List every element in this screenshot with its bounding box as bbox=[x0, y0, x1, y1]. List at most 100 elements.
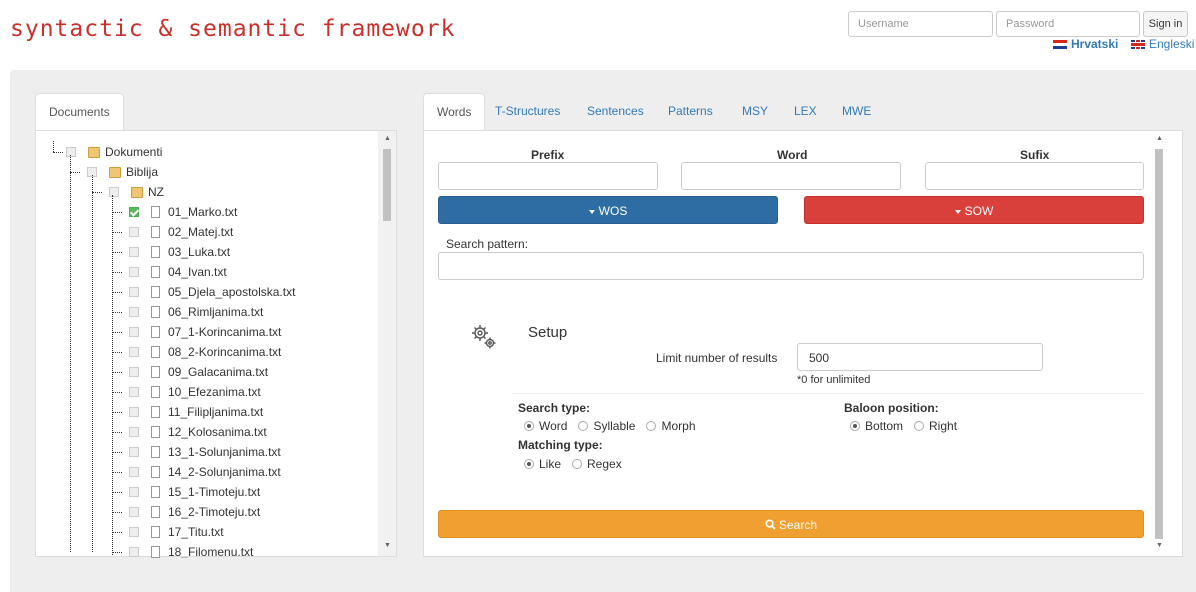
caret-down-icon bbox=[588, 209, 595, 214]
checkbox[interactable] bbox=[129, 207, 139, 217]
checkbox[interactable] bbox=[129, 247, 139, 257]
tab-documents[interactable]: Documents bbox=[35, 93, 124, 131]
search-type-radio-syllable[interactable] bbox=[578, 421, 589, 431]
lang-english[interactable]: Engleski bbox=[1131, 37, 1194, 51]
search-button[interactable]: Search bbox=[438, 510, 1144, 538]
tree-file-item[interactable]: 04_Ivan.txt bbox=[129, 262, 227, 282]
tab-lex[interactable]: LEX bbox=[781, 93, 830, 130]
checkbox[interactable] bbox=[129, 287, 139, 297]
tab-msy[interactable]: MSY bbox=[729, 93, 781, 130]
tree-file-item[interactable]: 12_Kolosanima.txt bbox=[129, 422, 267, 442]
checkbox[interactable] bbox=[129, 447, 139, 457]
tree-file-item[interactable]: 09_Galacanima.txt bbox=[129, 362, 268, 382]
lang-croatian[interactable]: Hrvatski bbox=[1053, 37, 1118, 51]
tree-file-item[interactable]: 10_Efezanima.txt bbox=[129, 382, 261, 402]
checkbox[interactable] bbox=[129, 347, 139, 357]
checkbox[interactable] bbox=[129, 327, 139, 337]
tab-words[interactable]: Words bbox=[423, 93, 486, 131]
checkbox[interactable] bbox=[129, 227, 139, 237]
tree-file-item[interactable]: 05_Djela_apostolska.txt bbox=[129, 282, 295, 302]
checkbox[interactable] bbox=[129, 387, 139, 397]
tree-file-item[interactable]: 06_Rimljanima.txt bbox=[129, 302, 263, 322]
tree-file-item[interactable]: 18_Filomenu.txt bbox=[129, 542, 253, 558]
tab-mwe[interactable]: MWE bbox=[829, 93, 884, 130]
baloon-position-radio-right[interactable] bbox=[914, 421, 925, 431]
lang-label: Hrvatski bbox=[1071, 37, 1119, 51]
word-input[interactable] bbox=[681, 162, 901, 190]
scrollbar-thumb[interactable] bbox=[383, 149, 391, 221]
file-icon bbox=[151, 466, 160, 478]
tab-t-structures[interactable]: T-Structures bbox=[482, 93, 573, 130]
tree-node-nz[interactable]: NZ bbox=[109, 182, 164, 202]
tree-file-label: 07_1-Korincanima.txt bbox=[168, 325, 282, 339]
signin-button[interactable]: Sign in bbox=[1143, 11, 1188, 37]
tree-node-label: NZ bbox=[148, 185, 164, 199]
scroll-up-icon[interactable]: ▲ bbox=[1156, 135, 1163, 142]
wos-button[interactable]: WOS bbox=[438, 196, 778, 224]
tree-file-label: 10_Efezanima.txt bbox=[168, 385, 261, 399]
tree-file-item[interactable]: 03_Luka.txt bbox=[129, 242, 230, 262]
tree-file-item[interactable]: 16_2-Timoteju.txt bbox=[129, 502, 260, 522]
app-logo[interactable]: Syntactic & Semantic Framework bbox=[10, 16, 455, 42]
scroll-down-icon[interactable]: ▼ bbox=[384, 542, 391, 549]
checkbox[interactable] bbox=[129, 407, 139, 417]
checkbox[interactable] bbox=[66, 147, 76, 157]
search-panel: Prefix Word Sufix WOS SOW Search pattern… bbox=[423, 130, 1183, 557]
limit-label: Limit number of results bbox=[656, 351, 778, 365]
checkbox[interactable] bbox=[129, 307, 139, 317]
tree-node-dokumenti[interactable]: Dokumenti bbox=[66, 142, 162, 162]
checkbox[interactable] bbox=[129, 547, 139, 557]
checkbox[interactable] bbox=[129, 267, 139, 277]
search-pattern-input[interactable] bbox=[438, 252, 1144, 280]
file-icon bbox=[151, 266, 160, 278]
document-tree: Dokumenti Biblija NZ 01_Marko.txt 02_Mate… bbox=[36, 131, 376, 558]
scrollbar-thumb[interactable] bbox=[1155, 149, 1163, 539]
search-type-radio-morph[interactable] bbox=[646, 421, 657, 431]
tree-file-label: 02_Matej.txt bbox=[168, 225, 234, 239]
search-type-radio-word[interactable] bbox=[524, 421, 534, 431]
tree-node-biblija[interactable]: Biblija bbox=[87, 162, 158, 182]
limit-input[interactable]: 500 bbox=[797, 343, 1043, 371]
checkbox[interactable] bbox=[129, 507, 139, 517]
checkbox[interactable] bbox=[129, 367, 139, 377]
tree-file-item[interactable]: 02_Matej.txt bbox=[129, 222, 233, 242]
search-scrollbar[interactable]: ▲ ▼ bbox=[1150, 131, 1168, 556]
header: Syntactic & Semantic Framework Sign in H… bbox=[0, 0, 1196, 60]
divider bbox=[512, 393, 1144, 394]
tree-file-label: 14_2-Solunjanima.txt bbox=[168, 465, 281, 479]
documents-panel: Dokumenti Biblija NZ 01_Marko.txt 02_Mate… bbox=[35, 130, 397, 558]
matching-type-option-label: Like bbox=[539, 457, 562, 471]
search-icon bbox=[765, 519, 776, 530]
checkbox[interactable] bbox=[129, 427, 139, 437]
checkbox[interactable] bbox=[129, 487, 139, 497]
checkbox[interactable] bbox=[129, 527, 139, 537]
tree-file-item[interactable]: 17_Titu.txt bbox=[129, 522, 224, 542]
tree-file-item[interactable]: 07_1-Korincanima.txt bbox=[129, 322, 281, 342]
sufix-input[interactable] bbox=[925, 162, 1144, 190]
checkbox[interactable] bbox=[129, 467, 139, 477]
tree-file-item[interactable]: 08_2-Korincanima.txt bbox=[129, 342, 281, 362]
tab-sentences[interactable]: Sentences bbox=[574, 93, 657, 130]
tree-scrollbar[interactable]: ▲ ▼ bbox=[378, 131, 396, 556]
file-icon bbox=[151, 366, 160, 378]
username-input[interactable] bbox=[848, 11, 993, 37]
baloon-position-radio-bottom[interactable] bbox=[850, 421, 860, 431]
matching-type-group: Like Regex bbox=[524, 457, 628, 471]
tree-file-item[interactable]: 01_Marko.txt bbox=[129, 202, 237, 222]
tab-patterns[interactable]: Patterns bbox=[655, 93, 726, 130]
folder-open-icon bbox=[131, 186, 143, 198]
tree-file-item[interactable]: 13_1-Solunjanima.txt bbox=[129, 442, 281, 462]
tree-file-item[interactable]: 15_1-Timoteju.txt bbox=[129, 482, 260, 502]
tree-file-item[interactable]: 14_2-Solunjanima.txt bbox=[129, 462, 281, 482]
password-input[interactable] bbox=[996, 11, 1140, 37]
tree-file-item[interactable]: 11_Filipljanima.txt bbox=[129, 402, 263, 422]
folder-open-icon bbox=[88, 146, 100, 158]
scroll-up-icon[interactable]: ▲ bbox=[384, 135, 391, 142]
scroll-down-icon[interactable]: ▼ bbox=[1156, 542, 1163, 549]
matching-type-radio-like[interactable] bbox=[524, 459, 534, 469]
matching-type-radio-regex[interactable] bbox=[572, 459, 583, 469]
limit-hint: *0 for unlimited bbox=[797, 374, 871, 386]
prefix-input[interactable] bbox=[438, 162, 658, 190]
checkbox[interactable] bbox=[109, 187, 119, 197]
sow-button[interactable]: SOW bbox=[804, 196, 1144, 224]
